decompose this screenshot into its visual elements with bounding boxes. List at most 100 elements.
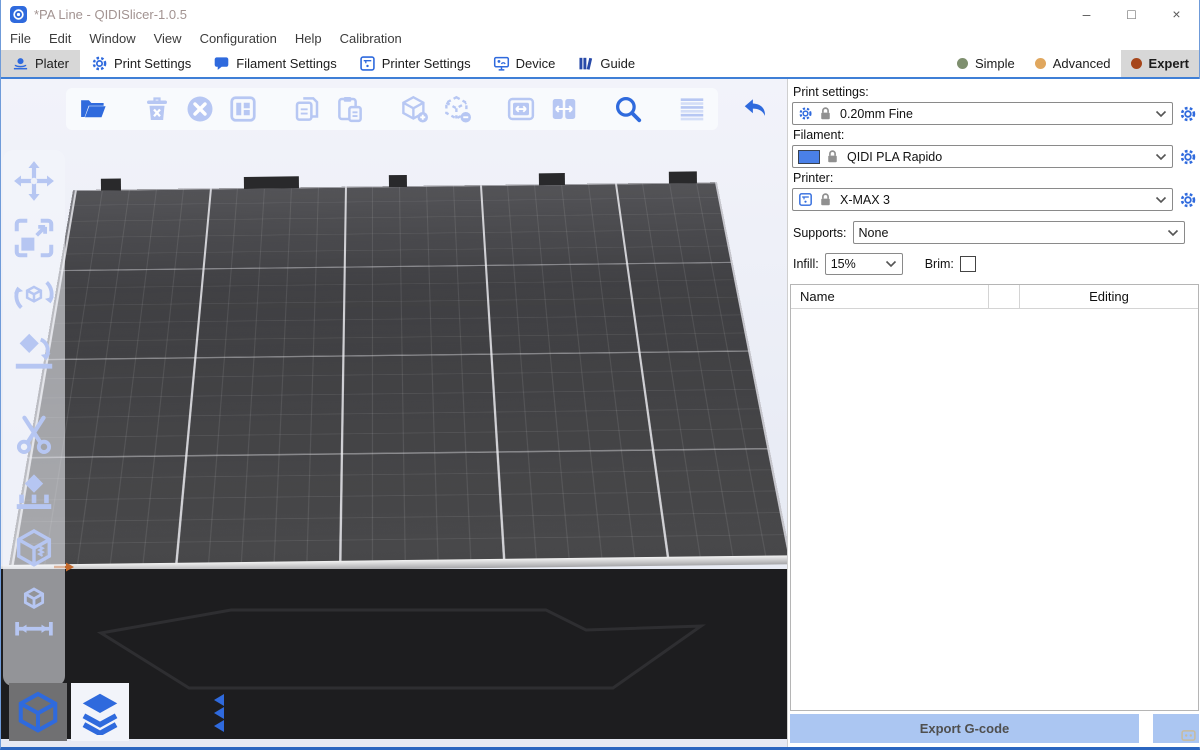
tab-device[interactable]: Device	[482, 50, 567, 77]
paint-supports-tool-button[interactable]	[11, 469, 57, 515]
tab-label: Print Settings	[114, 56, 191, 71]
move-tool-button[interactable]	[11, 158, 57, 204]
collapse-sidebar-arrows-icon[interactable]	[213, 693, 225, 733]
close-button[interactable]: ×	[1154, 0, 1199, 28]
variable-layer-height-button[interactable]	[677, 94, 707, 124]
layers-preview-icon	[77, 689, 123, 735]
split-objects-button[interactable]	[506, 94, 536, 124]
tab-filament-settings[interactable]: Filament Settings	[202, 50, 347, 77]
tab-printer-settings[interactable]: Printer Settings	[348, 50, 482, 77]
fuzzy-skin-tool-button[interactable]	[11, 526, 57, 572]
bed-clip	[389, 175, 407, 187]
search-button[interactable]	[613, 94, 643, 124]
view-toggle-group	[9, 683, 129, 741]
rotate-tool-button[interactable]	[11, 272, 57, 318]
tab-label: Device	[516, 56, 556, 71]
brim-label: Brim:	[925, 257, 954, 271]
tab-label: Plater	[35, 56, 69, 71]
advanced-mode-dot-icon	[1035, 58, 1046, 69]
split-parts-button[interactable]	[549, 94, 579, 124]
supports-combo[interactable]: None	[853, 221, 1185, 244]
edit-printer-button[interactable]	[1179, 191, 1197, 209]
place-on-face-tool-button[interactable]	[11, 329, 57, 375]
mode-advanced[interactable]: Advanced	[1025, 50, 1121, 77]
scale-tool-button[interactable]	[11, 215, 57, 261]
bed-clip	[539, 173, 565, 185]
undo-button[interactable]	[741, 94, 771, 124]
bed-clip	[101, 178, 121, 190]
filament-label: Filament:	[793, 128, 1198, 142]
arrange-button[interactable]	[228, 94, 258, 124]
remove-instance-button[interactable]	[442, 94, 472, 124]
tab-label: Guide	[600, 56, 635, 71]
plater-icon	[12, 55, 29, 72]
menu-window[interactable]: Window	[80, 28, 144, 50]
export-gcode-button[interactable]: Export G-code	[790, 714, 1139, 743]
viewport-3d[interactable]	[1, 79, 787, 747]
open-folder-button[interactable]	[78, 94, 108, 124]
mode-simple[interactable]: Simple	[947, 50, 1025, 77]
settings-sidebar: Print settings: 0.20mm Fine Filament: QI…	[787, 79, 1200, 747]
copy-button[interactable]	[292, 94, 322, 124]
lock-icon	[819, 192, 832, 207]
simple-mode-dot-icon	[957, 58, 968, 69]
object-table-header: Name Editing	[791, 285, 1198, 309]
printer-combo[interactable]: X-MAX 3	[792, 188, 1173, 211]
tab-guide[interactable]: Guide	[566, 50, 646, 77]
object-list-table: Name Editing	[790, 284, 1199, 711]
lock-icon	[826, 149, 839, 164]
mode-label: Simple	[975, 56, 1015, 71]
tab-label: Printer Settings	[382, 56, 471, 71]
expert-mode-dot-icon	[1131, 58, 1142, 69]
column-header-name[interactable]: Name	[791, 285, 989, 308]
edit-filament-button[interactable]	[1179, 148, 1197, 166]
delete-all-button[interactable]	[185, 94, 215, 124]
object-table-body[interactable]	[791, 309, 1198, 710]
menu-edit[interactable]: Edit	[40, 28, 80, 50]
menu-file[interactable]: File	[1, 28, 40, 50]
cube-3d-view-icon	[15, 689, 61, 735]
menu-view[interactable]: View	[145, 28, 191, 50]
menu-configuration[interactable]: Configuration	[191, 28, 286, 50]
printer-icon	[359, 55, 376, 72]
tab-plater[interactable]: Plater	[1, 50, 80, 77]
column-header-editing[interactable]: Editing	[1020, 289, 1198, 304]
printer-label: Printer:	[793, 171, 1198, 185]
editor-3d-view-button[interactable]	[9, 683, 67, 741]
infill-value: 15%	[831, 257, 881, 271]
filament-combo[interactable]: QIDI PLA Rapido	[792, 145, 1173, 168]
minimize-button[interactable]: –	[1064, 0, 1109, 28]
infill-label: Infill:	[793, 257, 819, 271]
print-settings-label: Print settings:	[793, 85, 1198, 99]
infill-combo[interactable]: 15%	[825, 253, 903, 275]
print-bed[interactable]	[9, 182, 787, 567]
preview-layers-button[interactable]	[71, 683, 129, 741]
cut-tool-button[interactable]	[11, 412, 57, 458]
edit-print-settings-button[interactable]	[1179, 105, 1197, 123]
mode-label: Expert	[1149, 56, 1189, 71]
filament-value: QIDI PLA Rapido	[847, 150, 1151, 164]
tab-print-settings[interactable]: Print Settings	[80, 50, 202, 77]
measure-tool-button[interactable]	[11, 583, 57, 643]
chevron-down-icon	[1155, 110, 1167, 118]
app-window: *PA Line - QIDISlicer-1.0.5 – □ × File E…	[0, 0, 1200, 750]
lock-icon	[819, 106, 832, 121]
title-bar: *PA Line - QIDISlicer-1.0.5 – □ ×	[1, 0, 1199, 28]
chevron-down-icon	[1155, 196, 1167, 204]
add-instance-button[interactable]	[399, 94, 429, 124]
delete-button[interactable]	[142, 94, 172, 124]
print-settings-combo[interactable]: 0.20mm Fine	[792, 102, 1173, 125]
bed-clip	[244, 176, 299, 189]
brim-checkbox[interactable]	[960, 256, 976, 272]
device-icon	[493, 55, 510, 72]
maximize-button[interactable]: □	[1109, 0, 1154, 28]
column-header-extruder[interactable]	[989, 285, 1020, 308]
export-to-sd-button[interactable]	[1153, 714, 1199, 743]
supports-value: None	[859, 226, 1163, 240]
paste-button[interactable]	[335, 94, 365, 124]
menu-calibration[interactable]: Calibration	[331, 28, 411, 50]
window-title: *PA Line - QIDISlicer-1.0.5	[34, 7, 187, 22]
bed-clip	[669, 171, 697, 183]
mode-expert[interactable]: Expert	[1121, 50, 1199, 77]
menu-help[interactable]: Help	[286, 28, 331, 50]
